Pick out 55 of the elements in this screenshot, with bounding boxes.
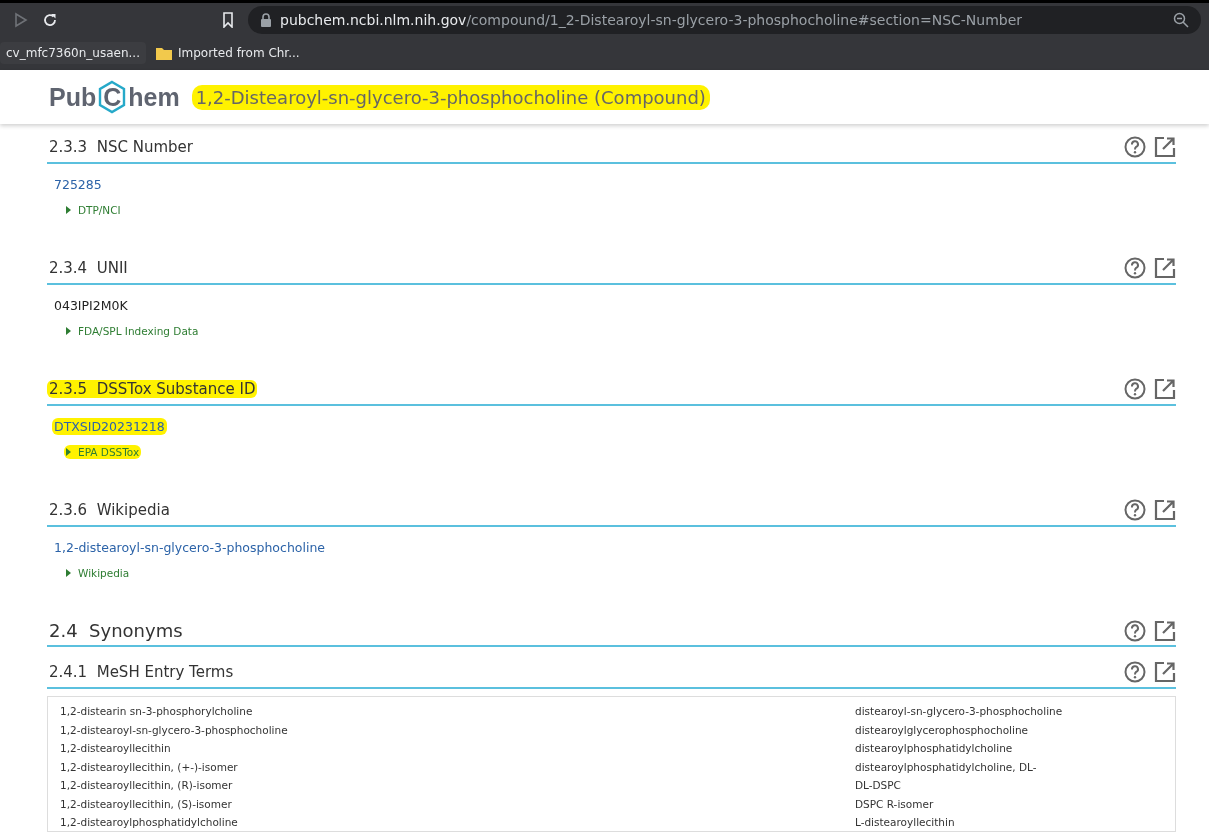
zoom-out-icon[interactable]: [1173, 11, 1189, 28]
synonym-text: distearoylphosphatidylcholine, DL-: [855, 759, 1038, 775]
folder-icon: [156, 46, 172, 60]
section-heading: 2.3.3 NSC Number: [48, 138, 194, 156]
external-link-icon[interactable]: [1154, 257, 1176, 279]
address-bar[interactable]: pubchem.ncbi.nlm.nih.gov/compound/1_2-Distearoyl-sn-glycero-3-phosphocholine#section=NSC-Number: [248, 5, 1201, 34]
synonym-text: L-distearoyllecithin: [855, 815, 956, 830]
section-heading: 2.3.4 UNII: [48, 259, 129, 277]
synonym-text: 1,2-distearoyllecithin: [60, 741, 172, 756]
bookmark-icon[interactable]: [222, 11, 234, 28]
external-link-icon[interactable]: [1154, 378, 1176, 400]
help-icon[interactable]: [1124, 257, 1146, 279]
synonym-text: distearoylphosphatidylcholine: [855, 741, 1014, 756]
expand-triangle-icon[interactable]: [66, 206, 71, 214]
source-link[interactable]: Wikipedia: [64, 566, 132, 580]
source-link[interactable]: FDA/SPL Indexing Data: [64, 324, 201, 338]
synonym-text: DL-DSPC: [855, 778, 902, 793]
help-icon[interactable]: [1124, 661, 1146, 683]
value-link[interactable]: 725285: [52, 176, 104, 193]
section-heading: 2.4.1 MeSH Entry Terms: [48, 663, 235, 681]
synonym-text: 1,2-distearin sn-3-phosphorylcholine: [60, 704, 254, 719]
synonym-text: 1,2-distearoyllecithin, (R)-isomer: [60, 778, 234, 793]
page-title: 1,2-Distearoyl-sn-glycero-3-phosphocholine (Compound): [191, 84, 710, 110]
help-icon[interactable]: [1124, 378, 1146, 400]
source-link[interactable]: EPA DSSTox: [64, 445, 142, 459]
expand-triangle-icon[interactable]: [66, 448, 71, 456]
section-heading: 2.3.6 Wikipedia: [48, 501, 171, 519]
external-link-icon[interactable]: [1154, 619, 1176, 642]
expand-triangle-icon[interactable]: [66, 569, 71, 577]
help-icon[interactable]: [1124, 499, 1146, 521]
source-link[interactable]: DTP/NCI: [64, 203, 123, 217]
section-heading: 2.4 Synonyms: [48, 620, 184, 641]
external-link-icon[interactable]: [1154, 661, 1176, 683]
synonym-text: 1,2-distearoyllecithin, (S)-isomer: [60, 796, 233, 812]
lock-icon: [260, 12, 272, 27]
bookmark-item[interactable]: Imported from Chr...: [150, 42, 306, 64]
help-icon[interactable]: [1124, 136, 1146, 158]
help-icon[interactable]: [1124, 619, 1146, 642]
synonym-text: 1,2-distearoyllecithin, (+-)-isomer: [60, 759, 239, 775]
synonym-text: distearoylglycerophosphocholine: [855, 722, 1029, 738]
reload-icon[interactable]: [42, 11, 58, 28]
value-text: 043IPI2M0K: [53, 297, 129, 314]
external-link-icon[interactable]: [1154, 499, 1176, 521]
section-heading: 2.3.5 DSSTox Substance ID: [47, 380, 258, 398]
expand-triangle-icon[interactable]: [66, 327, 71, 335]
external-link-icon[interactable]: [1154, 136, 1176, 158]
bookmark-item[interactable]: cv_mfc7360n_usaen...: [0, 42, 146, 64]
synonym-text: distearoyl-sn-glycero-3-phosphocholine: [855, 704, 1064, 719]
forward-icon[interactable]: [14, 11, 28, 28]
synonym-text: 1,2-distearoylphosphatidylcholine: [60, 815, 239, 830]
value-link[interactable]: DTXSID20231218: [52, 418, 167, 435]
pubchem-logo[interactable]: Pub C hem: [49, 80, 180, 114]
synonym-text: 1,2-distearoyl-sn-glycero-3-phosphocholine: [60, 722, 289, 738]
synonym-text: DSPC R-isomer: [855, 796, 935, 812]
value-link[interactable]: 1,2-distearoyl-sn-glycero-3-phosphocholine: [52, 539, 327, 556]
